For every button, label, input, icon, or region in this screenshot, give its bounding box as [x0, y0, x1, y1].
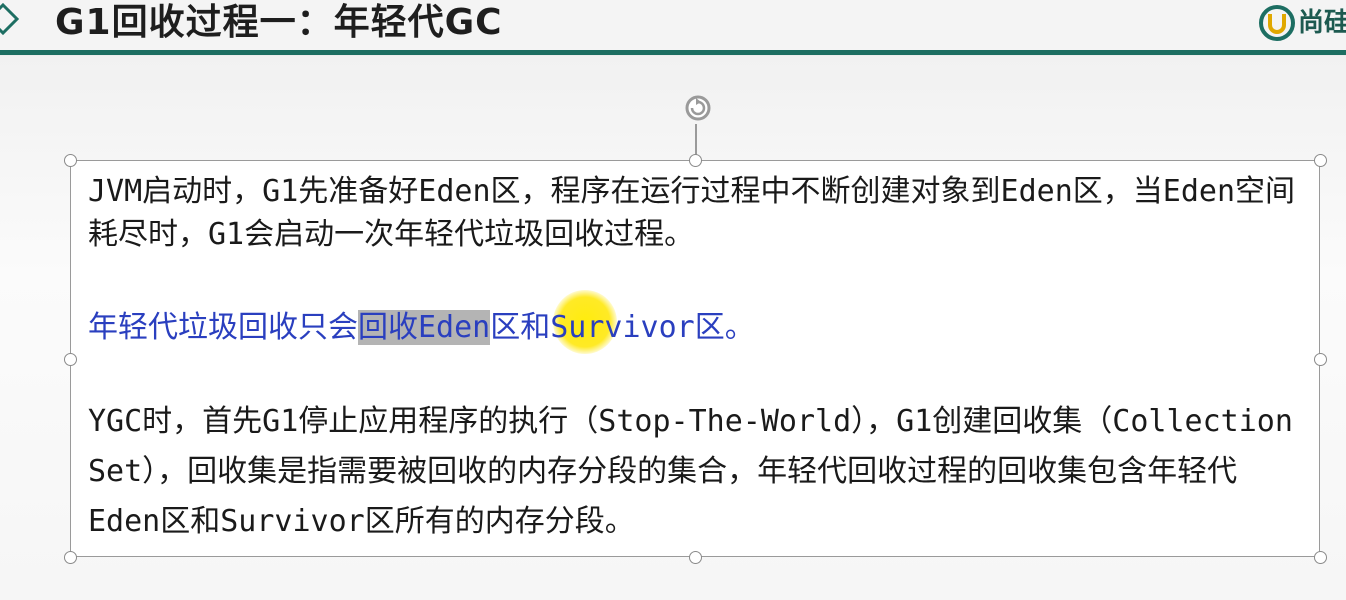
- resize-handle-middle-right[interactable]: [1314, 353, 1327, 366]
- slide-title: G1回收过程一：年轻代GC: [55, 2, 503, 43]
- resize-handle-bottom-right[interactable]: [1314, 551, 1327, 564]
- rotate-handle-icon[interactable]: [678, 90, 718, 130]
- resize-handle-bottom-left[interactable]: [64, 551, 77, 564]
- selected-text[interactable]: 回收Eden: [358, 310, 491, 345]
- brand-logo: 尚硅: [1258, 4, 1346, 44]
- resize-handle-top-left[interactable]: [64, 154, 77, 167]
- resize-handle-top-right[interactable]: [1314, 154, 1327, 167]
- resize-handle-top-center[interactable]: [689, 154, 702, 167]
- paragraph-ygc-process[interactable]: YGC时，首先G1停止应用程序的执行（Stop-The-World），G1创建回…: [88, 397, 1308, 547]
- paragraph-text-after-selection: 区和Survivor区。: [490, 310, 755, 345]
- logo-icon: [1259, 5, 1295, 41]
- paragraph-young-gc-scope[interactable]: 年轻代垃圾回收只会回收Eden区和Survivor区。: [88, 306, 1308, 349]
- paragraph-text-before-selection: 年轻代垃圾回收只会: [88, 310, 358, 345]
- resize-handle-bottom-center[interactable]: [689, 551, 702, 564]
- slide-title-bar: G1回收过程一：年轻代GC 尚硅: [0, 0, 1346, 55]
- paragraph-eden-allocation[interactable]: JVM启动时，G1先准备好Eden区，程序在运行过程中不断创建对象到Eden区，…: [88, 170, 1308, 256]
- logo-text: 尚硅: [1298, 8, 1346, 38]
- title-divider: [0, 50, 1346, 55]
- diamond-icon: [0, 2, 20, 36]
- resize-handle-middle-left[interactable]: [64, 353, 77, 366]
